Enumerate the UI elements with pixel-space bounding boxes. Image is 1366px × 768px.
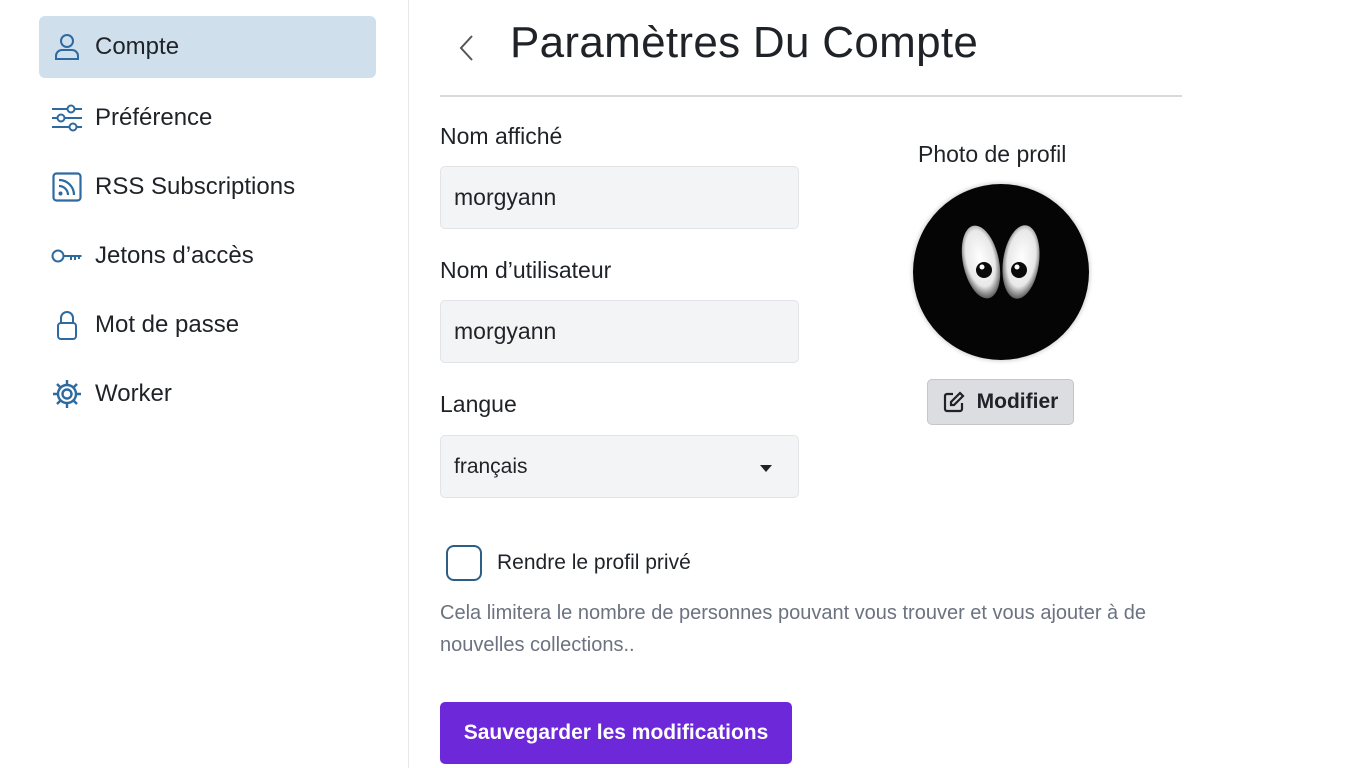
sidebar-item-label: Compte <box>95 33 180 60</box>
sidebar-item-label: Préférence <box>95 104 213 131</box>
private-profile-label: Rendre le profil privé <box>497 551 691 574</box>
page-header: Paramètres Du Compte <box>440 0 1182 97</box>
sliders-icon <box>51 102 83 134</box>
main-content: Paramètres Du Compte Nom affiché morgyan… <box>440 0 1182 768</box>
key-icon <box>51 240 83 272</box>
caret-down-icon <box>760 465 772 472</box>
private-profile-help: Cela limitera le nombre de personnes pou… <box>440 602 1146 656</box>
language-label: Langue <box>440 391 517 417</box>
sidebar-item-jetons[interactable]: Jetons d’accès <box>39 225 376 287</box>
language-select[interactable]: français <box>440 435 799 498</box>
profile-photo-label: Photo de profil <box>918 141 1067 167</box>
page-title: Paramètres Du Compte <box>510 18 979 67</box>
username-input[interactable]: morgyann <box>440 300 799 363</box>
back-button[interactable] <box>450 30 482 70</box>
modify-photo-button[interactable]: Modifier <box>927 379 1074 425</box>
gear-icon <box>51 378 83 410</box>
sidebar-item-label: Mot de passe <box>95 311 240 338</box>
sidebar-item-compte[interactable]: Compte <box>39 16 376 78</box>
save-button[interactable]: Sauvegarder les modifications <box>440 702 792 764</box>
sidebar: Compte Préférence RSS Subscriptions Jeto… <box>0 0 409 768</box>
sidebar-item-worker[interactable]: Worker <box>39 363 376 425</box>
modify-photo-label: Modifier <box>976 390 1059 413</box>
user-icon <box>51 31 83 63</box>
sidebar-item-label: Jetons d’accès <box>95 242 254 269</box>
sidebar-item-label: Worker <box>95 380 172 407</box>
avatar <box>913 184 1089 360</box>
chevron-left-icon <box>457 33 475 68</box>
language-select-value: français <box>454 454 528 478</box>
display-name-label: Nom affiché <box>440 123 563 149</box>
sidebar-item-label: RSS Subscriptions <box>95 173 296 200</box>
eyes-illustration <box>961 225 1040 299</box>
lock-icon <box>51 309 83 341</box>
sidebar-item-mot-de-passe[interactable]: Mot de passe <box>39 294 376 356</box>
sidebar-item-preference[interactable]: Préférence <box>39 87 376 149</box>
edit-icon <box>943 391 965 413</box>
rss-icon <box>51 171 83 203</box>
username-label: Nom d’utilisateur <box>440 257 612 283</box>
display-name-input[interactable]: morgyann <box>440 166 799 229</box>
sidebar-item-rss[interactable]: RSS Subscriptions <box>39 156 376 218</box>
private-profile-checkbox[interactable] <box>446 545 482 581</box>
